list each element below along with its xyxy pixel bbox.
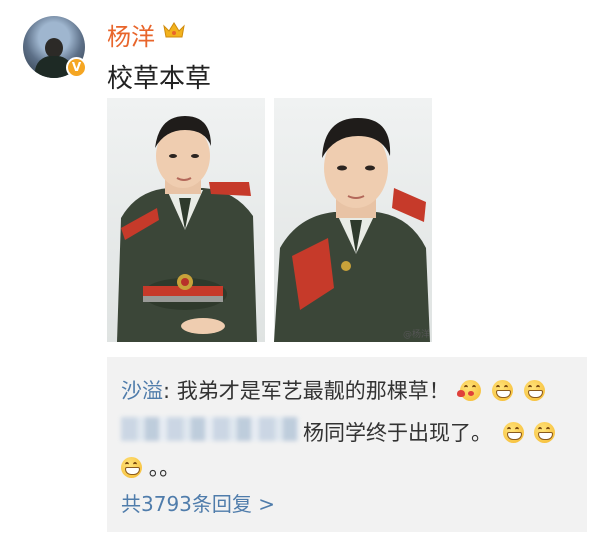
blurred-author-name bbox=[121, 417, 299, 441]
grin-emoji-icon bbox=[534, 422, 556, 443]
photo-watermark: @杨洋 bbox=[402, 330, 430, 340]
username[interactable]: 杨洋 bbox=[107, 17, 155, 52]
comment-1-text: : 我弟才是军艺最靓的那棵草！ bbox=[163, 379, 450, 403]
grin-emoji-icon bbox=[523, 380, 545, 401]
comment-2-continued: 。。 bbox=[121, 452, 180, 482]
verified-badge: V bbox=[66, 57, 87, 78]
comment-2-ellipsis: 。。 bbox=[148, 456, 181, 480]
kiss-emoji-icon bbox=[457, 380, 482, 401]
view-replies-link[interactable]: 共3793条回复 > bbox=[121, 488, 275, 517]
post-photo-2[interactable]: @杨洋 bbox=[274, 98, 432, 342]
comment-box: 沙溢: 我弟才是军艺最靓的那棵草！ 杨同学终于出现了。 。。 共3793条回复 … bbox=[107, 357, 587, 532]
avatar-head bbox=[45, 38, 63, 58]
comment-2: 杨同学终于出现了。 bbox=[303, 417, 556, 447]
grin-emoji-icon bbox=[121, 457, 142, 478]
grin-emoji-icon bbox=[492, 380, 514, 401]
crown-icon bbox=[163, 22, 185, 38]
comment-2-text: 杨同学终于出现了。 bbox=[303, 421, 492, 445]
post-text: 校草本草 bbox=[107, 64, 212, 94]
grin-emoji-icon bbox=[502, 422, 524, 443]
soldier-portrait-2 bbox=[274, 118, 430, 342]
soldier-portrait-1 bbox=[117, 116, 257, 342]
comment-author-link[interactable]: 沙溢 bbox=[121, 379, 163, 403]
post-photo-1[interactable] bbox=[107, 98, 265, 342]
comment-1: 沙溢: 我弟才是军艺最靓的那棵草！ bbox=[121, 375, 545, 405]
